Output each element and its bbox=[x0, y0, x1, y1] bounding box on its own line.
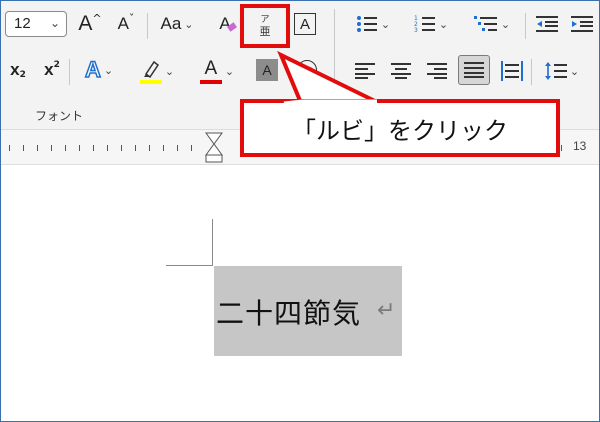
character-border-button[interactable]: A bbox=[294, 13, 316, 35]
chevron-down-icon: ⌄ bbox=[49, 16, 60, 30]
justify-button[interactable] bbox=[458, 55, 490, 85]
distributed-icon bbox=[501, 61, 523, 81]
highlighter-icon bbox=[139, 58, 162, 84]
margin-corner-mark bbox=[212, 219, 213, 265]
enclose-characters-icon: 字 bbox=[297, 60, 317, 80]
line-spacing-icon bbox=[544, 62, 567, 80]
svg-text:3: 3 bbox=[414, 27, 418, 34]
decrease-indent-button[interactable] bbox=[534, 11, 560, 37]
multilevel-list-icon bbox=[473, 16, 497, 31]
superscript-icon: x bbox=[44, 60, 54, 79]
grow-font-icon: A bbox=[78, 12, 93, 35]
separator bbox=[525, 13, 526, 39]
align-right-icon bbox=[427, 63, 447, 79]
text-effects-button[interactable]: A ⌄ bbox=[77, 56, 121, 83]
superscript-button[interactable]: x 2 bbox=[39, 57, 65, 83]
grow-font-button[interactable]: A ^ bbox=[77, 11, 103, 37]
character-border-icon: A bbox=[299, 15, 310, 33]
text-effects-icon: A bbox=[84, 56, 101, 83]
ruby-button-highlight bbox=[240, 4, 290, 48]
numbering-button[interactable]: 1 2 3 ⌄ bbox=[409, 11, 453, 37]
enclose-characters-button[interactable]: 字 bbox=[294, 57, 320, 83]
character-shading-button[interactable]: A bbox=[256, 59, 278, 81]
align-center-icon bbox=[391, 63, 411, 79]
shrink-font-button[interactable]: A ˇ bbox=[113, 11, 139, 37]
word-window: 12 ⌄ A ^ A ˇ Aa ⌄ A ア 亜 A ⌄ 1 2 3 ⌄ ⌄ x … bbox=[0, 0, 600, 422]
distributed-button[interactable] bbox=[498, 57, 526, 85]
bullet-list-icon bbox=[356, 16, 377, 32]
increase-indent-icon bbox=[571, 16, 593, 32]
align-left-button[interactable] bbox=[353, 59, 377, 83]
separator bbox=[531, 59, 532, 85]
clear-formatting-button[interactable]: A bbox=[212, 11, 238, 37]
font-group-label: フォント bbox=[35, 109, 84, 123]
character-shading-icon: A bbox=[262, 62, 272, 78]
change-case-button[interactable]: Aa ⌄ bbox=[153, 11, 201, 37]
bullets-button[interactable]: ⌄ bbox=[351, 11, 395, 37]
shrink-font-icon: A bbox=[117, 14, 129, 33]
ruler-number: 13 bbox=[573, 139, 587, 153]
document-page[interactable]: 二十四節気 ↵ bbox=[1, 165, 599, 421]
subscript-button[interactable]: x 2 bbox=[5, 57, 31, 83]
font-size-combobox[interactable]: 12 ⌄ bbox=[5, 11, 67, 37]
paragraph-mark: ↵ bbox=[377, 298, 396, 323]
callout-text: 「ルビ」をクリック bbox=[292, 116, 508, 145]
group-separator bbox=[334, 9, 335, 97]
increase-indent-button[interactable] bbox=[569, 11, 595, 37]
margin-corner-mark bbox=[166, 265, 213, 266]
multilevel-list-button[interactable]: ⌄ bbox=[467, 11, 517, 37]
separator bbox=[147, 13, 148, 39]
font-size-value: 12 bbox=[14, 15, 31, 32]
justify-icon bbox=[464, 62, 484, 78]
subscript-icon: x bbox=[10, 60, 20, 79]
document-text[interactable]: 二十四節気 bbox=[216, 292, 361, 332]
font-color-button[interactable]: A ⌄ bbox=[193, 57, 241, 85]
align-left-icon bbox=[355, 63, 375, 79]
align-center-button[interactable] bbox=[389, 59, 413, 83]
instruction-callout: 「ルビ」をクリック bbox=[240, 99, 560, 157]
highlight-color-button[interactable]: ⌄ bbox=[133, 57, 181, 85]
line-spacing-button[interactable]: ⌄ bbox=[539, 57, 585, 85]
decrease-indent-icon bbox=[536, 16, 558, 32]
separator bbox=[69, 59, 70, 85]
change-case-icon: Aa bbox=[160, 14, 182, 33]
numbered-list-icon: 1 2 3 bbox=[414, 15, 435, 34]
align-right-button[interactable] bbox=[425, 59, 449, 83]
